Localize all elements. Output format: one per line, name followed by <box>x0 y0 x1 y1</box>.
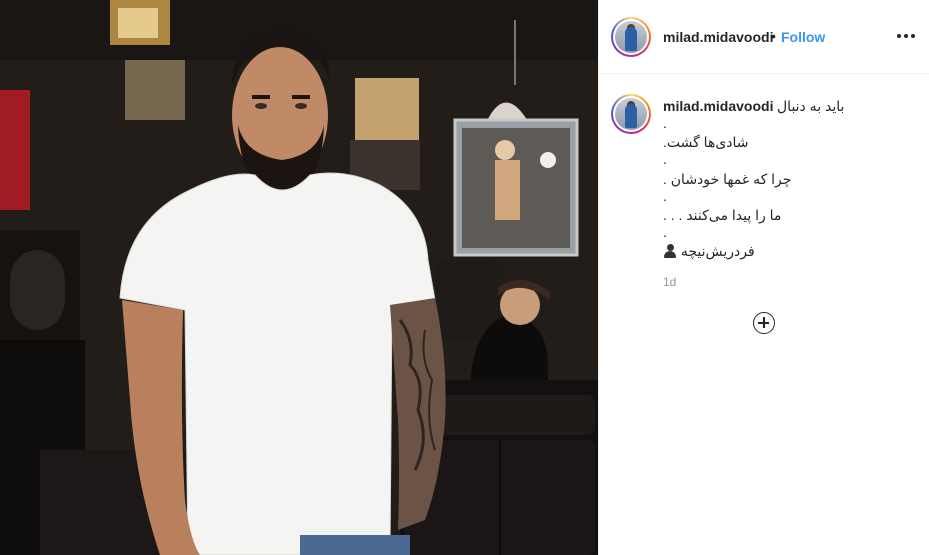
instagram-post: milad.midavoodi • Follow milad.midavoodi… <box>0 0 929 555</box>
post-photo[interactable] <box>0 0 598 555</box>
header-separator: • <box>771 28 776 44</box>
photo-illustration <box>0 0 598 555</box>
caption-line-3: چرا که غمها خودشان . <box>663 171 792 187</box>
caption-signature: فردریش‌نیچه <box>680 243 755 259</box>
caption-line-1: باید به دنبال <box>777 98 845 114</box>
caption-avatar[interactable] <box>611 94 651 134</box>
caption-line-5: فردریش‌نیچه <box>663 243 755 260</box>
caption-dot-4: . <box>663 224 667 240</box>
caption-username[interactable]: milad.midavoodi <box>663 98 773 114</box>
follow-button[interactable]: Follow <box>781 29 825 45</box>
header-username[interactable]: milad.midavoodi <box>663 29 773 45</box>
bust-silhouette-icon <box>663 244 677 258</box>
avatar-image <box>615 98 647 130</box>
header-avatar[interactable] <box>611 17 651 57</box>
post-side-panel: milad.midavoodi • Follow milad.midavoodi… <box>598 0 929 555</box>
avatar-image <box>615 21 647 53</box>
plus-circle-icon[interactable] <box>753 312 775 334</box>
caption-line-4: ما را پیدا می‌کنند . . . <box>663 207 782 223</box>
caption-line-2: شادی‌ها گشت. <box>663 134 749 150</box>
caption-dot-1: . <box>663 115 667 131</box>
post-timestamp[interactable]: 1d <box>663 275 676 289</box>
caption-dot-2: . <box>663 151 667 167</box>
more-horizontal-icon[interactable] <box>897 34 917 40</box>
post-header: milad.midavoodi • Follow <box>599 0 929 74</box>
caption-dot-3: . <box>663 188 667 204</box>
